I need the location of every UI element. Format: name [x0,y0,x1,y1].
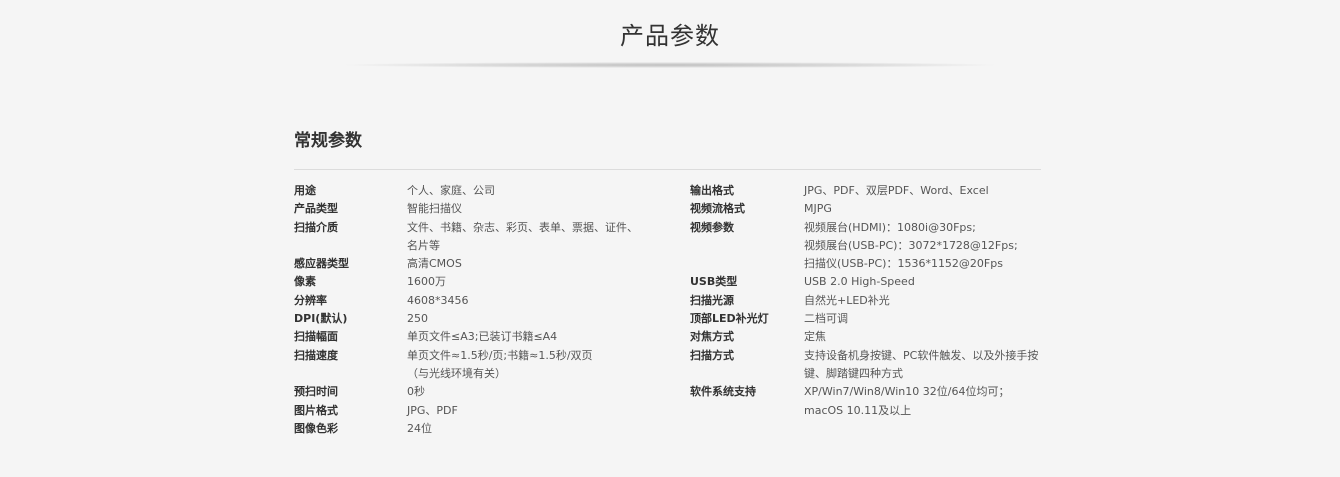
spec-label: 产品类型 [294,202,338,216]
spec-value: 视频展台(HDMI)：1080i@30Fps; 视频展台(USB-PC)：307… [804,220,1018,271]
spec-row-light-source: 扫描光源 自然光+LED补光 [690,292,1050,310]
spec-label: 像素 [294,275,316,289]
spec-value: 定焦 [804,330,826,344]
spec-label: 预扫时间 [294,385,338,399]
spec-row-product-type: 产品类型 智能扫描仪 [294,200,674,218]
spec-label: 扫描方式 [690,348,734,362]
spec-row-resolution: 分辨率 4608*3456 [294,292,674,310]
page-title: 产品参数 [620,22,720,50]
spec-value: USB 2.0 High-Speed [804,275,915,289]
spec-value: JPG、PDF [407,403,458,417]
spec-value: 1600万 [407,275,446,289]
title-underline-shadow [345,62,995,68]
spec-row-video-stream-format: 视频流格式 MJPG [690,200,1050,218]
spec-value: 单页文件≤A3;已装订书籍≤A4 [407,330,558,344]
spec-value: 250 [407,312,428,326]
spec-row-scan-mode: 扫描方式 支持设备机身按键、PC软件触发、以及外接手按 键、脚踏键四种方式 [690,347,1050,384]
spec-value: 24位 [407,421,432,435]
spec-value: MJPG [804,202,832,216]
spec-label: 对焦方式 [690,330,734,344]
spec-value: JPG、PDF、双层PDF、Word、Excel [804,184,989,197]
spec-row-top-led: 顶部LED补光灯 二档可调 [690,310,1050,328]
spec-value: 个人、家庭、公司 [407,184,495,197]
spec-label: 分辨率 [294,293,327,307]
spec-value: XP/Win7/Win8/Win10 32位/64位均可； macOS 10.1… [804,385,1010,417]
spec-value: 自然光+LED补光 [804,293,890,307]
spec-row-pixels: 像素 1600万 [294,273,674,291]
spec-label: 用途 [294,184,316,197]
spec-row-image-format: 图片格式 JPG、PDF [294,402,674,420]
spec-value: 4608*3456 [407,293,469,307]
spec-row-usage: 用途 个人、家庭、公司 [294,182,674,200]
spec-row-sensor-type: 感应器类型 高清CMOS [294,255,674,273]
spec-value: 二档可调 [804,312,848,326]
spec-label: 扫描速度 [294,348,338,362]
spec-value: 文件、书籍、杂志、彩页、表单、票据、证件、 名片等 [407,220,638,252]
spec-label: 输出格式 [690,184,734,197]
spec-row-prescan-time: 预扫时间 0秒 [294,383,674,401]
spec-label: 感应器类型 [294,257,349,271]
spec-label: 顶部LED补光灯 [690,312,769,326]
spec-label: 图像色彩 [294,421,338,435]
spec-value: 高清CMOS [407,257,462,271]
spec-label: 扫描光源 [690,293,734,307]
spec-row-scan-speed: 扫描速度 单页文件≈1.5秒/页;书籍≈1.5秒/双页 （与光线环境有关） [294,347,674,384]
spec-row-video-params: 视频参数 视频展台(HDMI)：1080i@30Fps; 视频展台(USB-PC… [690,219,1050,274]
spec-label: 扫描幅面 [294,330,338,344]
spec-value: 0秒 [407,385,425,399]
spec-column-right: 输出格式 JPG、PDF、双层PDF、Word、Excel 视频流格式 MJPG… [690,182,1050,420]
spec-value: 单页文件≈1.5秒/页;书籍≈1.5秒/双页 （与光线环境有关） [407,348,593,380]
spec-label: DPI(默认) [294,312,348,326]
spec-row-focus-mode: 对焦方式 定焦 [690,328,1050,346]
spec-label: 扫描介质 [294,220,338,234]
spec-label: 视频参数 [690,220,734,234]
section-divider [294,169,1041,170]
spec-label: 图片格式 [294,403,338,417]
spec-value: 智能扫描仪 [407,202,462,216]
spec-label: 视频流格式 [690,202,745,216]
spec-label: 软件系统支持 [690,385,756,399]
spec-row-usb-type: USB类型 USB 2.0 High-Speed [690,273,1050,291]
spec-row-os-support: 软件系统支持 XP/Win7/Win8/Win10 32位/64位均可； mac… [690,383,1050,420]
spec-column-left: 用途 个人、家庭、公司 产品类型 智能扫描仪 扫描介质 文件、书籍、杂志、彩页、… [294,182,674,438]
spec-row-scan-size: 扫描幅面 单页文件≤A3;已装订书籍≤A4 [294,328,674,346]
spec-row-dpi: DPI(默认) 250 [294,310,674,328]
spec-row-color-depth: 图像色彩 24位 [294,420,674,438]
spec-row-output-format: 输出格式 JPG、PDF、双层PDF、Word、Excel [690,182,1050,200]
spec-label: USB类型 [690,275,738,289]
spec-row-scan-media: 扫描介质 文件、书籍、杂志、彩页、表单、票据、证件、 名片等 [294,219,674,256]
section-title: 常规参数 [294,131,362,151]
spec-value: 支持设备机身按键、PC软件触发、以及外接手按 键、脚踏键四种方式 [804,348,1039,380]
